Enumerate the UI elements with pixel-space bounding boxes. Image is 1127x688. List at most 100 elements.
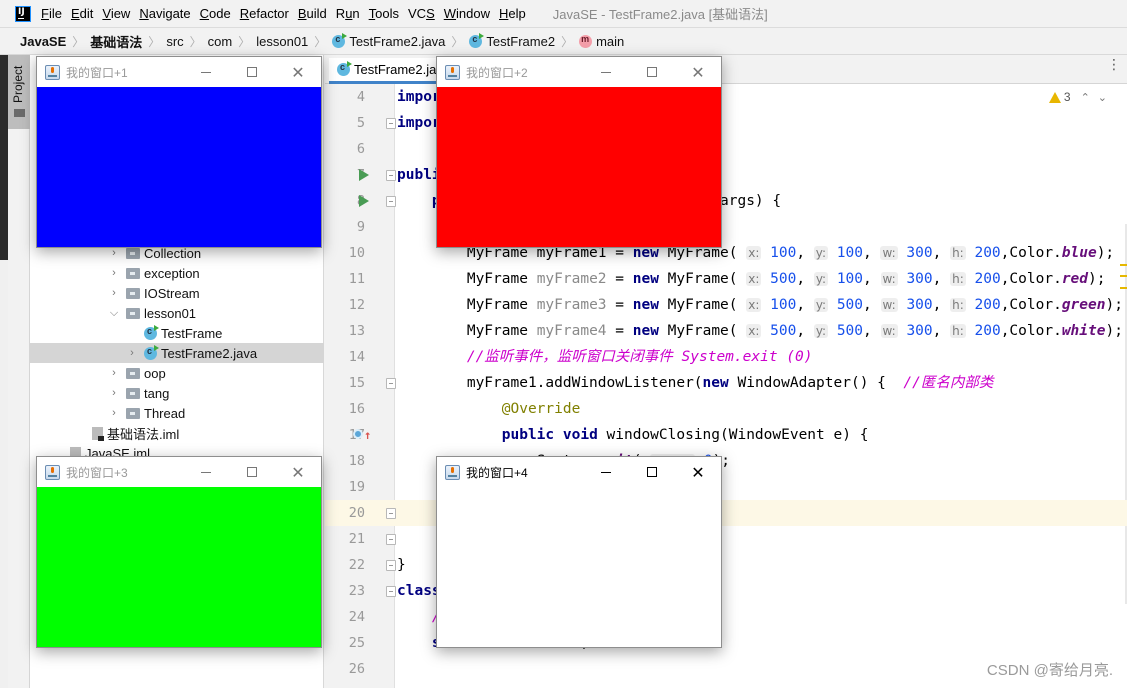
menu-vcs[interactable]: VCS: [408, 6, 435, 21]
breadcrumb-item[interactable]: src: [166, 34, 183, 49]
maximize-button[interactable]: [229, 457, 275, 487]
breadcrumb-separator: 〉: [72, 35, 85, 49]
menu-view[interactable]: View: [102, 6, 130, 21]
java-frame-3[interactable]: 我的窗口+3 ✕: [36, 456, 322, 648]
java-cup-icon: [45, 64, 60, 80]
project-tree-item[interactable]: › IOStream: [30, 283, 324, 303]
breadcrumb-item[interactable]: JavaSE: [20, 34, 66, 49]
override-method-icon[interactable]: [353, 429, 363, 439]
maximize-button[interactable]: [629, 457, 675, 487]
tree-item-label: exception: [144, 265, 200, 281]
close-button[interactable]: ✕: [275, 457, 321, 487]
breadcrumb-item[interactable]: lesson01: [256, 34, 308, 49]
chevron-right-icon[interactable]: ›: [108, 247, 120, 259]
folder-icon: [126, 387, 140, 399]
breadcrumb-item[interactable]: m main: [579, 34, 624, 49]
maximize-button[interactable]: [229, 57, 275, 87]
chevron-right-icon[interactable]: ›: [108, 287, 120, 299]
frame-titlebar[interactable]: 我的窗口+2 ✕: [437, 57, 721, 87]
fold-marker-icon[interactable]: [386, 378, 396, 389]
minimize-button[interactable]: [183, 457, 229, 487]
close-button[interactable]: ✕: [675, 457, 721, 487]
minimize-button[interactable]: [583, 457, 629, 487]
breadcrumb-item[interactable]: c TestFrame2.java: [332, 33, 445, 49]
fold-marker-icon[interactable]: [386, 170, 396, 181]
maximize-button[interactable]: [629, 57, 675, 87]
folder-icon: [126, 287, 140, 299]
minimize-button[interactable]: [183, 57, 229, 87]
menu-run[interactable]: Run: [336, 6, 360, 21]
fold-marker-icon[interactable]: [386, 560, 396, 571]
minimize-icon: [201, 471, 211, 473]
chevron-right-icon[interactable]: ›: [108, 367, 120, 379]
menu-refactor[interactable]: Refactor: [240, 6, 289, 21]
frame-title: 我的窗口+3: [66, 465, 128, 480]
close-icon: ✕: [291, 462, 305, 482]
project-tree-item[interactable]: › exception: [30, 263, 324, 283]
minimize-button[interactable]: [583, 57, 629, 87]
chevron-right-icon[interactable]: ›: [126, 347, 138, 359]
menu-window[interactable]: Window: [444, 6, 490, 21]
line-number: 14: [348, 349, 365, 365]
tree-item-label: lesson01: [144, 305, 197, 321]
breadcrumb-label: TestFrame2: [486, 34, 556, 49]
frame-title: 我的窗口+4: [466, 465, 528, 480]
fold-marker-icon[interactable]: [386, 196, 396, 207]
java-cup-icon: [445, 464, 460, 480]
project-tree-item[interactable]: ⌵ lesson01: [30, 303, 324, 323]
java-frame-1[interactable]: 我的窗口+1 ✕: [36, 56, 322, 248]
menu-build[interactable]: Build: [298, 6, 327, 21]
menu-navigate[interactable]: Navigate: [139, 6, 190, 21]
desktop-background: [0, 55, 8, 688]
chevron-down-icon[interactable]: ⌵: [108, 307, 120, 320]
breadcrumb-separator: 〉: [314, 35, 327, 49]
menu-help[interactable]: Help: [499, 6, 526, 21]
line-number: 22: [348, 557, 365, 573]
fold-marker-icon[interactable]: [386, 586, 396, 597]
frame-canvas: [437, 87, 721, 247]
more-options-icon[interactable]: ⋮: [1107, 57, 1121, 71]
code-text: MyFrame myFrame4 = new MyFrame( x: 500, …: [397, 323, 1123, 339]
maximize-icon: [647, 67, 657, 77]
code-text: MyFrame myFrame3 = new MyFrame( x: 100, …: [397, 297, 1123, 313]
menu-tools[interactable]: Tools: [369, 6, 399, 21]
fold-marker-icon[interactable]: [386, 118, 396, 129]
tree-item-label: TestFrame: [161, 325, 223, 341]
menu-edit[interactable]: Edit: [71, 6, 93, 21]
minimize-icon: [601, 71, 611, 73]
chevron-right-icon[interactable]: ›: [108, 407, 120, 419]
menu-code[interactable]: Code: [200, 6, 231, 21]
code-text: }: [397, 557, 406, 573]
project-tool-button[interactable]: Project: [8, 55, 30, 129]
java-frame-2[interactable]: 我的窗口+2 ✕: [436, 56, 722, 248]
breadcrumb: JavaSE 〉基础语法〉 src 〉 com 〉 lesson01 〉 c TestFrame2…: [0, 29, 1127, 55]
project-tree-item[interactable]: c TestFrame: [30, 323, 324, 343]
chevron-right-icon[interactable]: ›: [108, 267, 120, 279]
fold-marker-icon[interactable]: [386, 508, 396, 519]
menu-file[interactable]: File: [41, 6, 62, 21]
project-tree-item[interactable]: › oop: [30, 363, 324, 383]
close-button[interactable]: ✕: [675, 57, 721, 87]
project-tree-item[interactable]: › c TestFrame2.java: [30, 343, 324, 363]
project-tree-item[interactable]: › Thread: [30, 403, 324, 423]
line-number: 5: [356, 115, 365, 131]
fold-marker-icon[interactable]: [386, 534, 396, 545]
run-gutter-icon[interactable]: [359, 195, 369, 207]
run-gutter-icon[interactable]: [359, 169, 369, 181]
project-tree-item[interactable]: 基础语法.iml: [30, 423, 324, 443]
breadcrumb-item[interactable]: c TestFrame2: [469, 33, 556, 49]
frame-titlebar[interactable]: 我的窗口+1 ✕: [37, 57, 321, 87]
project-tree-item[interactable]: › tang: [30, 383, 324, 403]
java-class-icon: c: [144, 324, 159, 340]
java-class-icon: c: [332, 33, 348, 48]
code-text: @Override: [501, 401, 581, 417]
frame-titlebar[interactable]: 我的窗口+4 ✕: [437, 457, 721, 487]
breadcrumb-item[interactable]: com: [208, 34, 233, 49]
frame-titlebar[interactable]: 我的窗口+3 ✕: [37, 457, 321, 487]
breadcrumb-item[interactable]: 基础语法: [90, 32, 142, 51]
java-frame-4[interactable]: 我的窗口+4 ✕: [436, 456, 722, 648]
menu-bar: IJ File Edit View Navigate Code Refactor Build…: [0, 0, 1127, 28]
chevron-right-icon[interactable]: ›: [108, 387, 120, 399]
go-to-super-icon[interactable]: ↑: [364, 422, 371, 448]
close-button[interactable]: ✕: [275, 57, 321, 87]
